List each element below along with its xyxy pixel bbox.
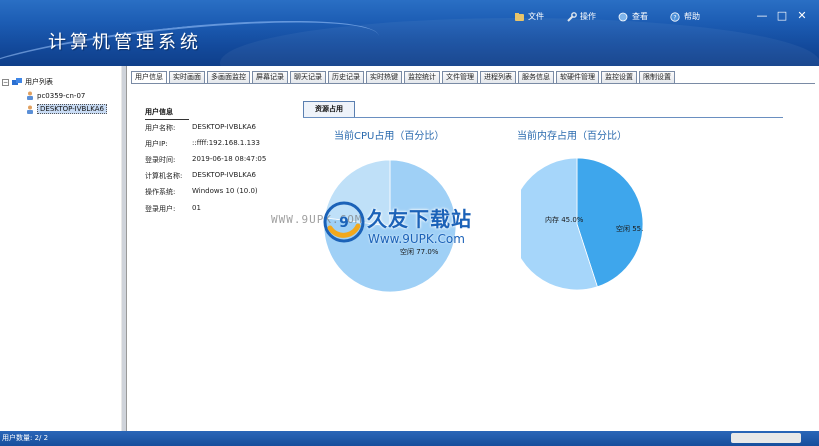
status-progress-area <box>731 433 801 443</box>
menu-operate[interactable]: 操作 <box>566 11 596 22</box>
tab-monitor-settings[interactable]: 监控设置 <box>601 71 637 83</box>
tree-item-label: pc0359-cn-07 <box>37 91 86 100</box>
info-label: 用户名称: <box>145 124 176 132</box>
tab-live-screen[interactable]: 实时画面 <box>169 71 205 83</box>
pie-label-0-0: 空闲 77.0% <box>400 247 439 256</box>
cpu-chart-title: 当前CPU占用（百分比） <box>334 131 445 142</box>
tab-user-info[interactable]: 用户信息 <box>131 71 167 83</box>
pane-splitter[interactable] <box>121 66 127 431</box>
user-tree: − 用户列表 pc0359-cn-07 DESKTOP-IVBLKA6 <box>0 66 120 431</box>
tab-statistics[interactable]: 监控统计 <box>404 71 440 83</box>
watermark-site-url: Www.9UPK.Com <box>368 232 465 246</box>
tab-restriction-settings[interactable]: 限制设置 <box>639 71 675 83</box>
info-value: 01 <box>192 204 201 212</box>
file-icon <box>515 12 524 21</box>
tab-screen-record[interactable]: 屏幕记录 <box>252 71 288 83</box>
info-value: DESKTOP-IVBLKA6 <box>192 123 256 131</box>
tree-item-pc0359[interactable]: pc0359-cn-07 <box>26 91 85 100</box>
watermark-site-name: 久友下载站 <box>367 207 472 231</box>
resource-divider <box>303 117 783 118</box>
minimize-button[interactable]: — <box>753 8 771 22</box>
menu-view[interactable]: 查看 <box>618 11 648 22</box>
tab-bar: 用户信息 实时画面 多画面监控 屏幕记录 聊天记录 历史记录 实时热键 监控统计… <box>131 71 677 83</box>
wrench-icon <box>567 11 577 22</box>
app-title: 计算机管理系统 <box>48 32 202 53</box>
menu-help[interactable]: ? 帮助 <box>670 11 700 22</box>
tab-divider <box>131 83 815 84</box>
info-row-ip: 用户IP: ::ffff:192.168.1.133 <box>145 139 260 149</box>
info-row-login-time: 登录时间: 2019-06-18 08:47:05 <box>145 155 266 165</box>
tab-process-list[interactable]: 进程列表 <box>480 71 516 83</box>
memory-pie-chart: 内存 45.0% 空闲 55.0% <box>521 158 643 291</box>
tree-root-label: 用户列表 <box>25 78 53 86</box>
resource-tab[interactable]: 资源占用 <box>303 101 355 117</box>
info-label: 登录用户: <box>145 205 176 213</box>
tree-expander[interactable]: − <box>2 78 9 86</box>
tab-chat-record[interactable]: 聊天记录 <box>290 71 326 83</box>
tab-hotkey[interactable]: 实时热键 <box>366 71 402 83</box>
tab-hardware[interactable]: 软硬件管理 <box>556 71 599 83</box>
info-row-os: 操作系统: Windows 10 (10.0) <box>145 187 258 197</box>
restore-button[interactable]: □ <box>773 8 791 22</box>
menu-help-label: 帮助 <box>684 12 700 21</box>
close-button[interactable]: ✕ <box>793 8 811 22</box>
info-label: 计算机名称: <box>145 172 183 180</box>
mem-chart-title: 当前内存占用（百分比） <box>517 131 627 142</box>
main-menu: 文件 操作 查看 ? 帮助 <box>514 11 722 22</box>
user-icon <box>27 105 33 114</box>
tree-item-label-selected: DESKTOP-IVBLKA6 <box>37 104 107 114</box>
menu-file[interactable]: 文件 <box>514 11 544 22</box>
svg-text:?: ? <box>673 14 676 21</box>
menu-operate-label: 操作 <box>580 12 596 21</box>
info-row-login-user: 登录用户: 01 <box>145 204 201 214</box>
tab-history[interactable]: 历史记录 <box>328 71 364 83</box>
menu-view-label: 查看 <box>632 12 648 21</box>
window-controls: — □ ✕ <box>751 8 811 22</box>
app-window: 计算机管理系统 文件 操作 查看 ? 帮助 — □ ✕ − 用户列表 pc035… <box>0 0 819 446</box>
users-group-icon <box>12 77 22 85</box>
title-bar: 计算机管理系统 文件 操作 查看 ? 帮助 — □ ✕ <box>0 0 819 66</box>
menu-file-label: 文件 <box>528 12 544 21</box>
svg-text:9: 9 <box>339 215 349 231</box>
info-value: ::ffff:192.168.1.133 <box>192 139 260 147</box>
status-bar: 用户数量: 2/ 2 <box>0 431 819 446</box>
tab-service-info[interactable]: 服务信息 <box>518 71 554 83</box>
info-label: 登录时间: <box>145 156 176 164</box>
tab-multi-screen[interactable]: 多画面监控 <box>207 71 250 83</box>
pie-label-1-1: 空闲 55.0% <box>616 224 643 233</box>
info-label: 操作系统: <box>145 188 176 196</box>
user-icon <box>27 91 33 100</box>
tab-file-manager[interactable]: 文件管理 <box>442 71 478 83</box>
info-row-username: 用户名称: DESKTOP-IVBLKA6 <box>145 123 256 133</box>
info-row-computer-name: 计算机名称: DESKTOP-IVBLKA6 <box>145 171 256 181</box>
view-icon <box>618 12 628 21</box>
user-info-heading: 用户信息 <box>145 107 189 120</box>
help-icon: ? <box>670 11 680 22</box>
user-count-status: 用户数量: 2/ 2 <box>2 434 49 442</box>
info-value: Windows 10 (10.0) <box>192 187 258 195</box>
tree-item-desktop[interactable]: DESKTOP-IVBLKA6 <box>26 104 107 114</box>
tree-root[interactable]: − 用户列表 <box>2 77 53 87</box>
pie-label-1-0: 内存 45.0% <box>545 215 584 224</box>
info-label: 用户IP: <box>145 140 168 148</box>
watermark-logo-icon: 9 <box>323 201 365 243</box>
info-value: DESKTOP-IVBLKA6 <box>192 171 256 179</box>
info-value: 2019-06-18 08:47:05 <box>192 155 267 163</box>
